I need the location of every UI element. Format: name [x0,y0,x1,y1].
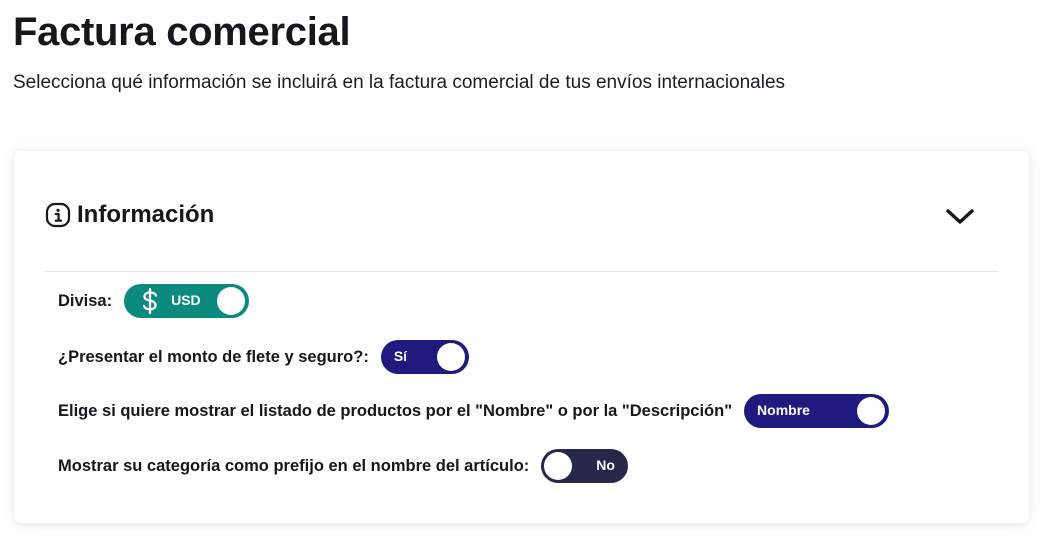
freight-label: ¿Presentar el monto de flete y seguro?: [58,347,369,366]
chevron-down-icon[interactable] [944,206,976,228]
page-title: Factura comercial [13,10,351,54]
card-title: Información [77,201,215,228]
information-card: Información Divisa: USD ¿Presentar el mo… [14,151,1029,523]
currency-setting-row: Divisa: USD [58,284,250,318]
info-icon [45,202,71,228]
freight-setting-row: ¿Presentar el monto de flete y seguro?: … [58,340,469,374]
category-prefix-label: Mostrar su categoría como prefijo en el … [58,456,530,475]
toggle-knob [217,287,246,315]
category-prefix-setting-row: Mostrar su categoría como prefijo en el … [58,449,629,483]
category-prefix-toggle[interactable]: No [541,449,629,483]
currency-label: Divisa: [58,291,113,310]
product-listing-setting-row: Elige si quiere mostrar el listado de pr… [58,394,890,428]
card-header: Información [45,201,1029,229]
category-prefix-toggle-label: No [596,457,615,473]
freight-toggle[interactable]: Sí [380,340,469,374]
product-listing-toggle[interactable]: Nombre [744,394,890,428]
page-subtitle: Selecciona qué información se incluirá e… [13,72,786,93]
toggle-knob [544,452,573,480]
currency-toggle[interactable]: USD [124,284,250,318]
product-listing-label: Elige si quiere mostrar el listado de pr… [58,401,733,420]
product-listing-toggle-label: Nombre [757,402,810,418]
toggle-knob [436,343,465,371]
currency-toggle-label: USD [171,292,201,308]
dollar-icon [140,286,160,316]
header-divider [45,271,998,272]
freight-toggle-label: Sí [393,348,408,364]
toggle-knob [857,397,886,425]
